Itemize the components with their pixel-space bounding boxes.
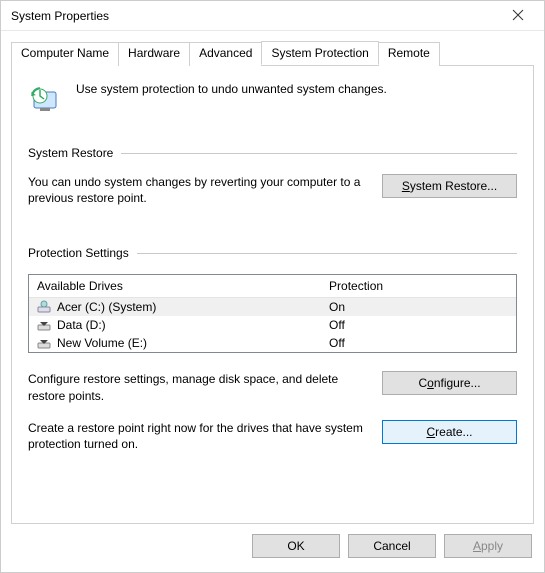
create-row: Create a restore point right now for the… xyxy=(28,420,517,452)
tab-remote[interactable]: Remote xyxy=(378,42,440,66)
heading-system-restore: System Restore xyxy=(28,146,113,160)
system-protection-icon xyxy=(28,82,64,118)
drive-name: Data (D:) xyxy=(57,318,329,332)
ok-button[interactable]: OK xyxy=(252,534,340,558)
tab-hardware[interactable]: Hardware xyxy=(118,42,190,66)
system-restore-row: You can undo system changes by reverting… xyxy=(28,174,517,206)
drives-header: Available Drives Protection xyxy=(29,275,516,298)
col-header-protection: Protection xyxy=(329,279,508,293)
create-button[interactable]: Create... xyxy=(382,420,517,444)
system-restore-button[interactable]: System Restore... xyxy=(382,174,517,198)
heading-protection-settings: Protection Settings xyxy=(28,246,129,260)
drive-protection: On xyxy=(329,300,508,314)
dialog-body: Computer Name Hardware Advanced System P… xyxy=(1,31,544,524)
close-icon[interactable] xyxy=(498,8,538,24)
drive-icon xyxy=(37,318,51,332)
tab-system-protection[interactable]: System Protection xyxy=(261,41,378,65)
drive-protection: Off xyxy=(329,318,508,332)
drive-name: New Volume (E:) xyxy=(57,336,329,350)
drive-row[interactable]: Data (D:) Off xyxy=(29,316,516,334)
section-protection-settings: Protection Settings Available Drives Pro… xyxy=(28,246,517,452)
drive-protection: Off xyxy=(329,336,508,350)
configure-button[interactable]: Configure... xyxy=(382,371,517,395)
divider xyxy=(121,153,517,154)
apply-button[interactable]: Apply xyxy=(444,534,532,558)
tab-panel: Use system protection to undo unwanted s… xyxy=(11,65,534,524)
col-header-drives: Available Drives xyxy=(37,279,329,293)
drive-row[interactable]: Acer (C:) (System) On xyxy=(29,298,516,316)
cancel-button[interactable]: Cancel xyxy=(348,534,436,558)
section-system-restore: System Restore You can undo system chang… xyxy=(28,146,517,206)
configure-text: Configure restore settings, manage disk … xyxy=(28,371,370,403)
section-header-system-restore: System Restore xyxy=(28,146,517,160)
drives-list[interactable]: Available Drives Protection Acer (C:) (S… xyxy=(28,274,517,353)
tab-strip: Computer Name Hardware Advanced System P… xyxy=(11,41,534,65)
create-text: Create a restore point right now for the… xyxy=(28,420,370,452)
dialog-footer: OK Cancel Apply xyxy=(1,524,544,572)
drive-system-icon xyxy=(37,300,51,314)
window-title: System Properties xyxy=(11,9,498,23)
drive-icon xyxy=(37,336,51,350)
tab-advanced[interactable]: Advanced xyxy=(189,42,262,66)
configure-row: Configure restore settings, manage disk … xyxy=(28,371,517,403)
drive-name: Acer (C:) (System) xyxy=(57,300,329,314)
titlebar: System Properties xyxy=(1,1,544,31)
divider xyxy=(137,253,517,254)
tab-computer-name[interactable]: Computer Name xyxy=(11,42,119,66)
system-restore-text: You can undo system changes by reverting… xyxy=(28,174,370,206)
drive-row[interactable]: New Volume (E:) Off xyxy=(29,334,516,352)
system-properties-window: System Properties Computer Name Hardware… xyxy=(0,0,545,573)
intro-text: Use system protection to undo unwanted s… xyxy=(76,82,387,96)
intro-row: Use system protection to undo unwanted s… xyxy=(28,82,517,118)
section-header-protection: Protection Settings xyxy=(28,246,517,260)
